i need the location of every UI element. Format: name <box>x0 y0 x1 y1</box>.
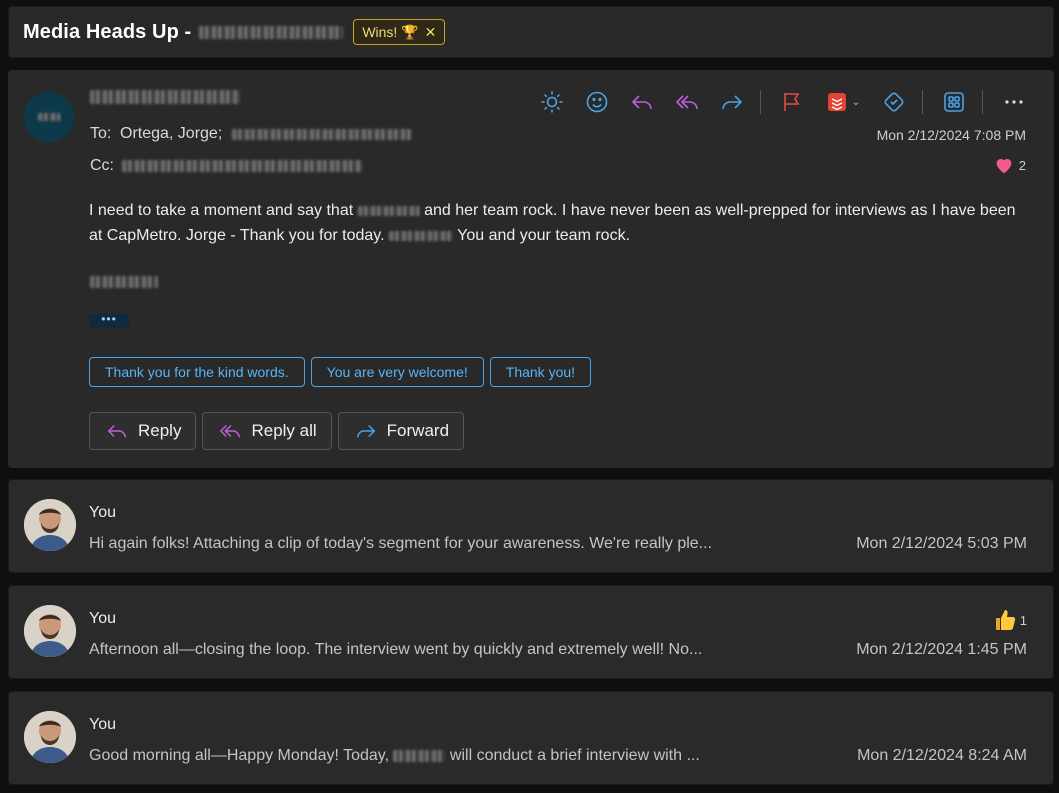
cc-line: Cc: <box>90 157 362 175</box>
divider <box>922 90 923 114</box>
apps-icon <box>944 92 964 112</box>
react-button[interactable] <box>583 88 611 116</box>
action-buttons: Reply Reply all Forward <box>89 412 465 450</box>
thread-item[interactable]: You Good morning all—Happy Monday! Today… <box>8 691 1054 785</box>
to-label: To: <box>90 125 112 142</box>
show-more-button[interactable]: ••• <box>89 313 129 328</box>
avatar[interactable] <box>24 711 76 763</box>
todoist-icon <box>827 93 846 111</box>
to-line: To: Ortega, Jorge; <box>90 125 413 143</box>
message-preview: Hi again folks! Attaching a clip of toda… <box>89 535 713 552</box>
close-icon[interactable]: ✕ <box>425 24 437 41</box>
flag-button[interactable] <box>778 88 806 116</box>
reaction-summary[interactable]: 2 <box>993 154 1026 176</box>
message-toolbar: ⌄ <box>538 88 1028 116</box>
forward-label: Forward <box>386 421 450 440</box>
addin-button[interactable] <box>880 88 908 116</box>
thumbs-up-icon <box>995 610 1015 630</box>
chevron-down-icon[interactable]: ⌄ <box>852 97 860 108</box>
redacted-cc[interactable] <box>122 160 362 172</box>
avatar-photo <box>24 499 76 551</box>
message-expanded: To: Ortega, Jorge; Cc: ⌄ Mon 2/12/2024 7… <box>8 70 1054 468</box>
reply-all-icon <box>675 95 698 110</box>
thread-item[interactable]: You Hi again folks! Attaching a clip of … <box>8 479 1054 573</box>
suggested-reply[interactable]: Thank you for the kind words. <box>89 357 305 387</box>
subject-title: Media Heads Up - <box>23 20 192 43</box>
reply-label: Reply <box>138 421 182 440</box>
message-date: Mon 2/12/2024 7:08 PM <box>876 127 1026 143</box>
body-text: You and your team rock. <box>457 227 631 244</box>
preview-text: will conduct a brief interview with ... <box>449 747 700 764</box>
sender-name: You <box>89 610 116 627</box>
redacted-recipient[interactable] <box>232 128 413 140</box>
reply-icon <box>107 424 126 438</box>
todoist-button[interactable]: ⌄ <box>823 88 863 116</box>
avatar[interactable] <box>24 605 76 657</box>
subject-header: Media Heads Up - Wins! 🏆 ✕ <box>8 6 1054 58</box>
heart-icon <box>996 159 1012 174</box>
reaction-summary[interactable]: 1 <box>994 608 1027 632</box>
message-preview: Good morning all—Happy Monday! Today, wi… <box>89 747 700 765</box>
redacted-signature <box>90 276 158 288</box>
thread-item[interactable]: You 1 Afternoon all—closing the loop. Th… <box>8 585 1054 679</box>
sender-name: You <box>89 716 116 733</box>
sender-name: You <box>89 504 116 521</box>
redacted-name <box>389 230 454 241</box>
category-label: Wins! 🏆 <box>362 23 419 40</box>
more-actions-button[interactable] <box>1000 88 1028 116</box>
forward-button[interactable]: Forward <box>337 412 465 450</box>
message-date: Mon 2/12/2024 1:45 PM <box>856 641 1027 658</box>
divider <box>982 90 983 114</box>
message-body: I need to take a moment and say that and… <box>89 198 1029 248</box>
avatar[interactable] <box>24 92 74 142</box>
apps-button[interactable] <box>940 88 968 116</box>
sun-icon <box>541 91 563 113</box>
reply-all-button[interactable]: Reply all <box>202 412 332 450</box>
forward-icon <box>356 424 375 438</box>
reply-icon-button[interactable] <box>628 88 656 116</box>
recipient[interactable]: Ortega, Jorge; <box>120 125 222 143</box>
category-tag[interactable]: Wins! 🏆 ✕ <box>353 19 446 45</box>
suggested-reply[interactable]: You are very welcome! <box>310 357 484 387</box>
more-icon <box>1005 100 1023 104</box>
divider <box>760 90 761 114</box>
cc-label: Cc: <box>90 157 114 174</box>
redacted-name <box>357 205 420 216</box>
message-date: Mon 2/12/2024 5:03 PM <box>856 535 1027 552</box>
tag-icon <box>884 92 904 112</box>
forward-icon-button[interactable] <box>718 88 746 116</box>
avatar-photo <box>24 711 76 763</box>
forward-icon <box>722 95 743 110</box>
reply-all-icon <box>220 424 241 438</box>
avatar-photo <box>24 605 76 657</box>
suggested-reply[interactable]: Thank you! <box>489 357 592 387</box>
redacted-text <box>199 25 344 39</box>
reaction-count: 1 <box>1019 612 1027 628</box>
body-text: I need to take a moment and say that <box>89 202 354 219</box>
reaction-count: 2 <box>1018 157 1026 173</box>
smiley-icon <box>586 91 608 113</box>
message-date: Mon 2/12/2024 8:24 AM <box>857 747 1027 764</box>
flag-icon <box>784 93 800 111</box>
suggested-replies: Thank you for the kind words. You are ve… <box>89 357 592 387</box>
sender-name[interactable] <box>90 90 240 104</box>
reply-all-label: Reply all <box>251 421 317 440</box>
reply-icon <box>631 95 652 110</box>
redacted-name <box>393 749 446 762</box>
redacted-initials <box>38 113 60 121</box>
preview-text: Good morning all—Happy Monday! Today, <box>89 747 390 764</box>
immersive-reader-button[interactable] <box>538 88 566 116</box>
reply-button[interactable]: Reply <box>89 412 197 450</box>
message-preview: Afternoon all—closing the loop. The inte… <box>89 641 703 658</box>
reply-all-icon-button[interactable] <box>673 88 701 116</box>
avatar[interactable] <box>24 499 76 551</box>
